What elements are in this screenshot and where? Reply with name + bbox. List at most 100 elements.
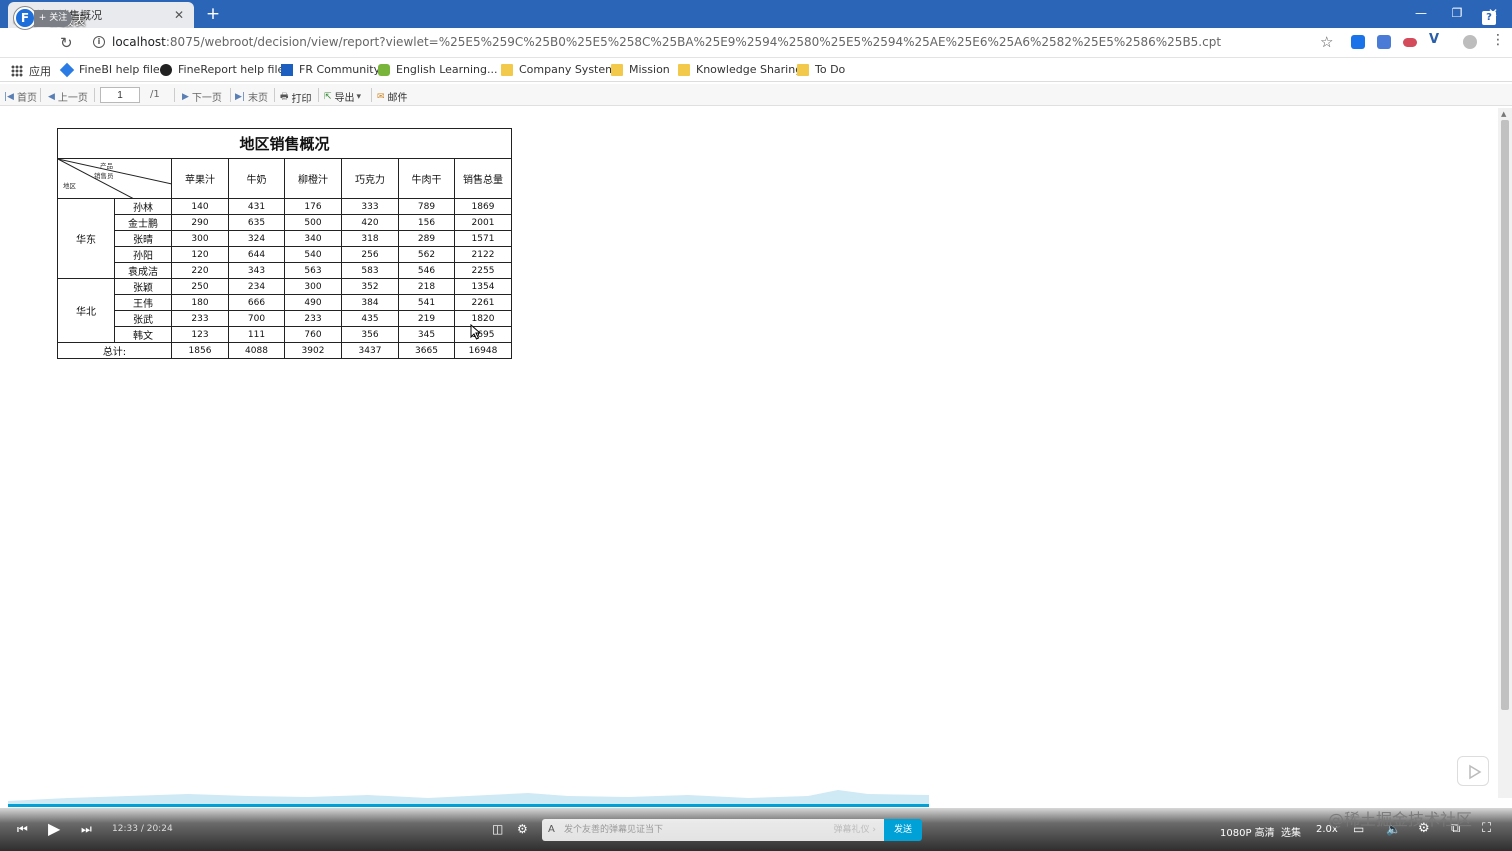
restore-icon[interactable]: ❐ bbox=[1442, 2, 1472, 24]
v-extension-icon[interactable]: V bbox=[1429, 32, 1443, 47]
bookmark-english-learning[interactable]: English Learning... bbox=[378, 63, 497, 76]
danmaku-input[interactable]: A 发个友善的弹幕见证当下 弹幕礼仪 › bbox=[542, 819, 884, 841]
url-host: localhost bbox=[112, 35, 166, 49]
new-tab-icon[interactable]: + bbox=[203, 4, 223, 24]
danmaku-etiquette-link[interactable]: 弹幕礼仪 › bbox=[834, 819, 876, 841]
bookmark-fr-community[interactable]: FR Community bbox=[281, 63, 380, 76]
translate-extension-icon[interactable] bbox=[1377, 35, 1391, 49]
bookmark-todo[interactable]: To Do bbox=[797, 63, 845, 76]
url-field[interactable]: localhost:8075/webroot/decision/view/rep… bbox=[112, 35, 1221, 49]
next-page-button[interactable]: ▶ 下一页 bbox=[182, 89, 222, 105]
prev-page-button[interactable]: ◀ 上一页 bbox=[48, 89, 88, 105]
value-cell: 300 bbox=[171, 230, 229, 247]
uploader-avatar[interactable]: F bbox=[14, 7, 36, 29]
browser-menu-icon[interactable]: ⋮ bbox=[1491, 32, 1505, 48]
toolbar-divider bbox=[371, 88, 372, 102]
tab-close-icon[interactable]: ✕ bbox=[172, 8, 186, 22]
bookmark-apps[interactable]: 应用 bbox=[11, 63, 51, 79]
fullscreen-icon[interactable]: ⛶ bbox=[1482, 821, 1491, 836]
value-cell: 318 bbox=[341, 230, 399, 247]
toolbar-divider bbox=[94, 88, 95, 102]
bookmark-finereport[interactable]: FineReport help file bbox=[160, 63, 284, 76]
danmaku-settings-icon[interactable]: ⚙ bbox=[517, 822, 528, 836]
column-header: 柳橙汁 bbox=[284, 158, 342, 199]
value-cell: 220 bbox=[171, 262, 229, 279]
extension-icon[interactable] bbox=[1351, 35, 1365, 49]
value-cell: 233 bbox=[284, 310, 342, 327]
scroll-up-icon[interactable]: ▲ bbox=[1501, 110, 1506, 118]
report-sheet: 地区销售概况 产品 销售员 地区 苹果汁 牛奶 柳橙汁 巧克力 牛肉干 销售总量… bbox=[57, 128, 512, 359]
send-button[interactable]: 发送 bbox=[884, 819, 922, 841]
folder-icon bbox=[678, 63, 690, 76]
region-cell: 华东 bbox=[57, 198, 115, 279]
vpn-extension-icon[interactable] bbox=[1403, 38, 1417, 47]
first-page-button[interactable]: |◀ 首页 bbox=[4, 89, 37, 105]
column-total-cell: 1856 bbox=[171, 342, 229, 359]
mail-button[interactable]: ✉ 邮件 bbox=[377, 89, 408, 105]
toolbar-divider bbox=[318, 88, 319, 102]
diagonal-lines bbox=[58, 159, 172, 199]
info-icon[interactable]: i bbox=[93, 36, 105, 48]
follow-button[interactable]: + 关注 bbox=[34, 10, 72, 27]
progress-bar[interactable] bbox=[8, 804, 929, 807]
page-total: /1 bbox=[150, 89, 160, 100]
bookmark-knowledge-sharing[interactable]: Knowledge Sharing bbox=[678, 63, 802, 76]
column-total-cell: 3902 bbox=[284, 342, 342, 359]
apps-grid-icon bbox=[11, 65, 23, 77]
value-cell: 435 bbox=[341, 310, 399, 327]
corner-label-salesperson: 销售员 bbox=[94, 172, 114, 180]
total-cell: 1820 bbox=[454, 310, 512, 327]
folder-icon bbox=[501, 63, 513, 76]
table-row: 张晴 300 324 340 318 289 1571 bbox=[58, 230, 512, 247]
value-cell: 176 bbox=[284, 198, 342, 215]
table-row: 华北 张颖 250 234 300 352 218 1354 bbox=[57, 278, 512, 343]
totals-row: 总计: 1856 4088 3902 3437 3665 16948 bbox=[57, 342, 512, 359]
bookmark-finebi[interactable]: FineBI help file bbox=[59, 62, 160, 77]
report-title: 地区销售概况 bbox=[57, 128, 512, 159]
bookmark-star-icon[interactable]: ☆ bbox=[1320, 33, 1333, 51]
value-cell: 563 bbox=[284, 262, 342, 279]
value-cell: 180 bbox=[171, 294, 229, 311]
scrollbar-thumb[interactable] bbox=[1501, 120, 1509, 710]
salesperson-cell: 韩文 bbox=[114, 326, 172, 343]
share-icon[interactable] bbox=[1457, 756, 1489, 786]
corner-label-region: 地区 bbox=[63, 182, 76, 190]
time-display: 12:33 / 20:24 bbox=[112, 824, 173, 834]
column-header: 苹果汁 bbox=[171, 158, 229, 199]
reload-icon[interactable]: ↻ bbox=[60, 34, 73, 52]
column-total-cell: 3665 bbox=[398, 342, 455, 359]
folder-icon bbox=[797, 63, 809, 76]
last-page-icon: ▶| bbox=[235, 91, 245, 102]
next-video-icon[interactable]: ⏭ bbox=[81, 822, 92, 837]
report-toolbar: |◀首页 ◀上一页 /1 ▶下一页 ▶|末页 🖶打印 ⇱导出▾ ✉邮件 bbox=[0, 84, 1512, 106]
table-row: 华东 孙林 140 431 176 333 789 1869 bbox=[57, 198, 512, 279]
prev-video-icon[interactable]: ⏮ bbox=[17, 822, 28, 837]
bookmark-mission[interactable]: Mission bbox=[611, 63, 670, 76]
owl-icon bbox=[378, 63, 390, 76]
column-total-cell: 4088 bbox=[228, 342, 285, 359]
bookmark-company-system[interactable]: Company System bbox=[501, 63, 616, 76]
print-button[interactable]: 🖶 打印 bbox=[280, 89, 312, 105]
column-header: 巧克力 bbox=[341, 158, 399, 199]
table-row: 孙阳 120 644 540 256 562 2122 bbox=[58, 246, 512, 263]
salesperson-cell: 张武 bbox=[114, 310, 172, 327]
quality-selector[interactable]: 1080P 高清 bbox=[1220, 824, 1275, 839]
last-page-button[interactable]: ▶| 末页 bbox=[235, 89, 268, 105]
danmaku-style-icon[interactable]: A bbox=[548, 819, 555, 841]
value-cell: 420 bbox=[341, 214, 399, 231]
export-button[interactable]: ⇱ 导出 ▾ bbox=[324, 89, 364, 105]
help-icon[interactable]: ? bbox=[1482, 11, 1496, 25]
value-cell: 384 bbox=[341, 294, 399, 311]
salesperson-cell: 孙林 bbox=[114, 198, 172, 215]
value-cell: 219 bbox=[398, 310, 455, 327]
value-cell: 300 bbox=[284, 278, 342, 295]
value-cell: 431 bbox=[228, 198, 285, 215]
danmaku-toggle-icon[interactable]: ◫ bbox=[492, 822, 503, 836]
url-path: :8075/webroot/decision/view/report?viewl… bbox=[165, 35, 1222, 49]
episodes-button[interactable]: 选集 bbox=[1281, 824, 1301, 839]
page-number-input[interactable] bbox=[100, 87, 140, 103]
minimize-icon[interactable]: — bbox=[1406, 2, 1436, 24]
play-icon[interactable]: ▶ bbox=[48, 819, 60, 838]
vertical-scrollbar[interactable]: ▲ bbox=[1498, 108, 1512, 798]
profile-avatar-icon[interactable] bbox=[1463, 35, 1477, 49]
